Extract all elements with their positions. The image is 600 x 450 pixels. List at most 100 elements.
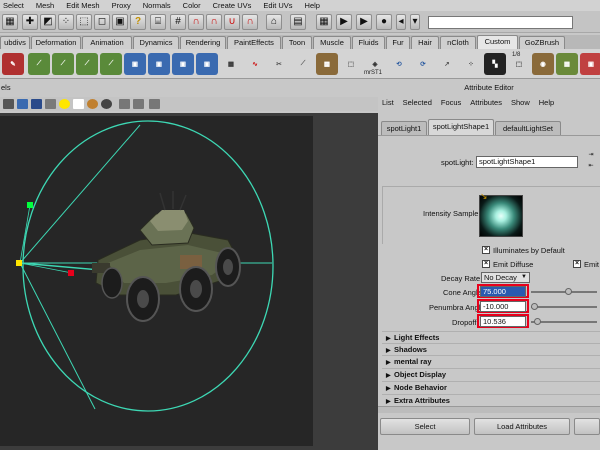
shelf-tab-deformation[interactable]: Deformation (31, 36, 81, 49)
edge-icon[interactable]: ⬚ (76, 14, 92, 30)
cone-angle-slider[interactable] (531, 291, 597, 293)
menu-edit-mesh[interactable]: Edit Mesh (66, 0, 99, 11)
shelf-dots-icon[interactable]: ⁘ (460, 53, 482, 75)
snap-live-icon[interactable]: ∩ (242, 14, 258, 30)
shelf-tool-4-icon[interactable]: ⟋ (76, 53, 98, 75)
shelf-box-icon[interactable]: ▩ (316, 53, 338, 75)
shelf-checker-icon[interactable]: ▚ (484, 53, 506, 75)
ae-menu-show[interactable]: Show (511, 98, 530, 107)
shelf-gozbrush-icon[interactable]: ▣ (580, 53, 600, 75)
copy-tab-button[interactable] (574, 418, 600, 435)
menu-help[interactable]: Help (305, 0, 320, 11)
render-view-icon[interactable]: ▦ (316, 14, 332, 30)
ae-menu-attributes[interactable]: Attributes (470, 98, 502, 107)
shelf-texture-icon[interactable]: ◉ (532, 53, 554, 75)
snap-point-icon[interactable]: ∩ (206, 14, 222, 30)
quick-input-field[interactable] (428, 16, 573, 29)
snap-grid-icon[interactable]: # (170, 14, 186, 30)
input-mode-icon[interactable]: ▾ (410, 14, 420, 30)
show-input-line-icon[interactable]: ◂ (396, 14, 406, 30)
menu-color[interactable]: Color (183, 0, 201, 11)
shelf-curve-icon[interactable]: ∿ (244, 53, 266, 75)
tab-spotlight1[interactable]: spotLight1 (381, 121, 427, 135)
ae-horizontal-scrollbar[interactable] (378, 406, 600, 413)
smooth-shade-icon[interactable] (17, 99, 28, 109)
shelf-tab-painteffects[interactable]: PaintEffects (227, 36, 281, 49)
section-light-effects[interactable]: ▶ Light Effects (382, 331, 600, 342)
wireframe-icon[interactable] (3, 99, 14, 109)
ipr-render-icon[interactable]: ▶ (356, 14, 372, 30)
component-icon[interactable]: ◩ (40, 14, 56, 30)
penumbra-angle-field[interactable]: -10.000 (480, 301, 526, 312)
node-name-field[interactable]: spotLightShape1 (476, 156, 578, 168)
shelf-cube-4-icon[interactable]: ▣ (196, 53, 218, 75)
shelf-tab-rendering[interactable]: Rendering (180, 36, 226, 49)
menu-mesh[interactable]: Mesh (36, 0, 54, 11)
cone-angle-field[interactable]: 75.000 (480, 286, 526, 297)
shelf-split-icon[interactable]: ⬚ (340, 53, 362, 75)
menu-normals[interactable]: Normals (143, 0, 171, 11)
shelf-tab-fluids[interactable]: Fluids (352, 36, 385, 49)
green-locator[interactable] (27, 202, 33, 208)
shelf-tab-fur[interactable]: Fur (386, 36, 410, 49)
shelf-tool-1-icon[interactable]: ✎ (2, 53, 24, 75)
shelf-cut-icon[interactable]: ✂ (268, 53, 290, 75)
section-mental-ray[interactable]: ▶ mental ray (382, 355, 600, 366)
load-attributes-button[interactable]: Load Attributes (474, 418, 570, 435)
shelf-tab-hair[interactable]: Hair (411, 36, 439, 49)
armored-car-model[interactable] (92, 191, 241, 322)
vertex-icon[interactable]: ⁘ (58, 14, 74, 30)
shelf-tab-custom[interactable]: Custom (477, 35, 518, 49)
light-white-icon[interactable] (73, 99, 84, 109)
ae-menu-selected[interactable]: Selected (403, 98, 432, 107)
shelf-tool-arrow-icon[interactable]: ↗ (436, 53, 458, 75)
focus-node-icon[interactable]: ⇥ (586, 151, 596, 159)
shelf-blue-tool-2-icon[interactable]: ⟳ (412, 53, 434, 75)
yellow-light-handle[interactable] (16, 260, 22, 266)
face-icon[interactable]: ◻ (94, 14, 110, 30)
shelf-cube-icon[interactable]: ▣ (124, 53, 146, 75)
xray-icon[interactable] (101, 99, 112, 109)
snap-curve-icon[interactable]: ∩ (188, 14, 204, 30)
textured-icon[interactable] (31, 99, 42, 109)
all-lights-icon[interactable] (59, 99, 70, 109)
isolate-icon[interactable] (119, 99, 130, 109)
section-extra-attributes[interactable]: ▶ Extra Attributes (382, 394, 600, 405)
tab-spotlightshape1[interactable]: spotLightShape1 (428, 119, 494, 135)
ae-menu-help[interactable]: Help (539, 98, 554, 107)
shelf-tab-ncloth[interactable]: nCloth (440, 36, 476, 49)
illuminates-checkbox[interactable]: × (482, 246, 490, 254)
tab-defaultlightset[interactable]: defaultLightSet (495, 121, 561, 135)
penumbra-angle-thumb[interactable] (531, 303, 538, 310)
menu-edit-uvs[interactable]: Edit UVs (263, 0, 292, 11)
select-by-hierarchy-icon[interactable]: ▦ (2, 14, 18, 30)
ae-menu-list[interactable]: List (382, 98, 394, 107)
default-light-icon[interactable] (45, 99, 56, 109)
perspective-viewport[interactable] (0, 113, 378, 450)
dropoff-thumb[interactable] (534, 318, 541, 325)
red-selected-handle[interactable] (68, 270, 74, 276)
menu-proxy[interactable]: Proxy (112, 0, 131, 11)
shelf-bevel-icon[interactable]: ⟋ (292, 53, 314, 75)
uv-icon[interactable]: ▣ (112, 14, 128, 30)
move-icon[interactable]: ✚ (22, 14, 38, 30)
panel-menu-label[interactable]: els (0, 82, 378, 94)
menu-create-uvs[interactable]: Create UVs (213, 0, 252, 11)
shelf-tool-3-icon[interactable]: ⟋ (52, 53, 74, 75)
snap-view-icon[interactable]: ∪ (224, 14, 240, 30)
shelf-tool-2-icon[interactable]: ⟋ (28, 53, 50, 75)
shelf-tab-dynamics[interactable]: Dynamics (133, 36, 179, 49)
history-icon[interactable]: ⌂ (266, 14, 282, 30)
shelf-tab-gozbrush[interactable]: GoZBrush (519, 36, 565, 49)
shelf-shader-icon[interactable]: ▦ (556, 53, 578, 75)
help-query-icon[interactable]: ? (130, 14, 146, 30)
menu-select[interactable]: Select (3, 0, 24, 11)
render-globals-icon[interactable]: ● (376, 14, 392, 30)
section-node-behavior[interactable]: ▶ Node Behavior (382, 381, 600, 392)
section-shadows[interactable]: ▶ Shadows (382, 343, 600, 354)
copy-tab-icon[interactable]: ⇤ (586, 162, 596, 170)
shelf-cube-3-icon[interactable]: ▣ (172, 53, 194, 75)
shelf-tab-muscle[interactable]: Muscle (313, 36, 351, 49)
dropoff-field[interactable]: 10.536 (480, 316, 526, 327)
emit-specular-checkbox[interactable]: × (573, 260, 581, 268)
